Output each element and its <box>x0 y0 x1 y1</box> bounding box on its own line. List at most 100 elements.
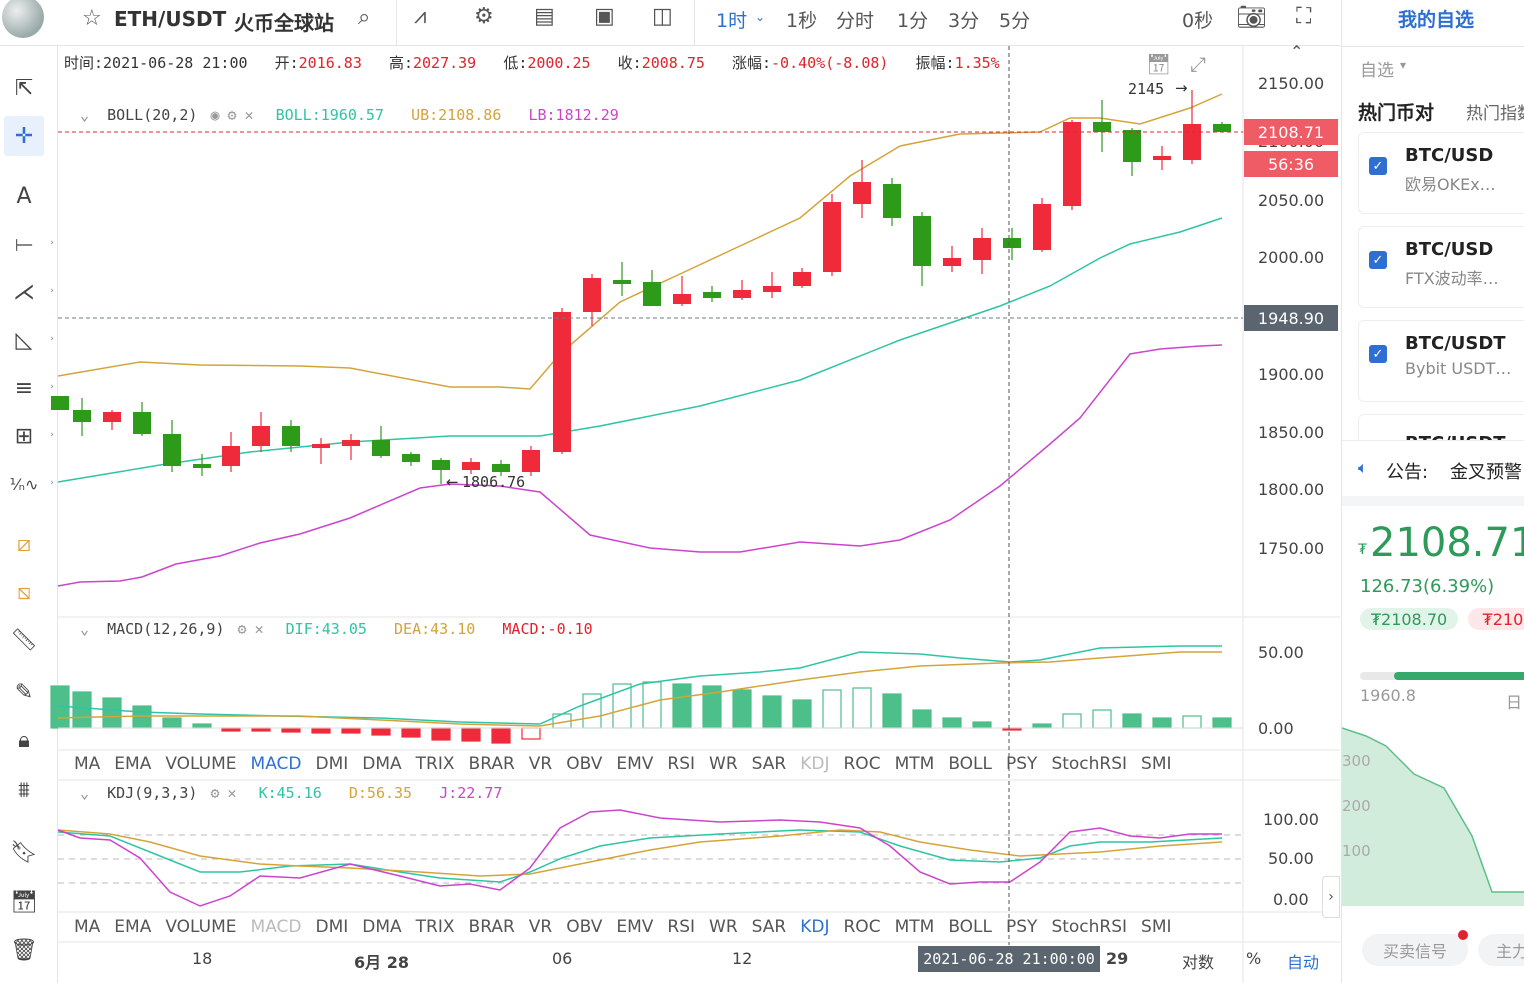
sub-tab-sar[interactable]: SAR <box>752 917 787 947</box>
settings-icon[interactable]: ⚙ <box>210 784 219 802</box>
collapse-up-icon[interactable]: ⌃ <box>1290 42 1303 61</box>
main-tab-dma[interactable]: DMA <box>362 754 401 784</box>
sub-tab-psy[interactable]: PSY <box>1006 917 1037 947</box>
macd-bar <box>192 723 212 729</box>
coin-symbol: BTC/USD <box>1405 239 1494 260</box>
sub-tab-macd[interactable]: MACD <box>251 917 302 947</box>
collapse-icon[interactable]: ⌄ <box>80 784 89 802</box>
main-tab-kdj[interactable]: KDJ <box>800 754 829 784</box>
main-tab-emv[interactable]: EMV <box>616 754 653 784</box>
checkbox-icon[interactable]: ✓ <box>1369 345 1387 363</box>
sub-tab-dmi[interactable]: DMI <box>316 917 349 947</box>
main-tab-dmi[interactable]: DMI <box>316 754 349 784</box>
sub-tab-roc[interactable]: ROC <box>844 917 881 947</box>
main-tab-trix[interactable]: TRIX <box>416 754 455 784</box>
candle-body <box>793 272 811 286</box>
caret-down-icon[interactable]: ▾ <box>1400 58 1406 72</box>
settings-icon[interactable]: ⚙ <box>227 106 236 124</box>
close-icon[interactable]: ✕ <box>255 620 264 638</box>
arrow-right-icon: → <box>1175 79 1188 97</box>
sub-tab-wr[interactable]: WR <box>709 917 738 947</box>
main-tab-wr[interactable]: WR <box>709 754 738 784</box>
main-tab-ma[interactable]: MA <box>74 754 100 784</box>
main-tab-obv[interactable]: OBV <box>566 754 602 784</box>
sub-tab-stochrsi[interactable]: StochRSI <box>1051 917 1127 947</box>
sub-tab-obv[interactable]: OBV <box>566 917 602 947</box>
sub-tab-kdj[interactable]: KDJ <box>800 917 829 947</box>
macd-bar <box>1032 723 1052 729</box>
tab-hot-index[interactable]: 热门指数 <box>1466 99 1524 124</box>
collapse-right-button[interactable]: › <box>1322 876 1340 918</box>
macd-bar <box>1122 713 1142 729</box>
sub-tab-ema[interactable]: EMA <box>114 917 151 947</box>
main-tab-smi[interactable]: SMI <box>1141 754 1171 784</box>
main-tab-brar[interactable]: BRAR <box>469 754 515 784</box>
close-icon[interactable]: ✕ <box>227 784 236 802</box>
candle-body <box>1003 238 1021 248</box>
sub-tab-emv[interactable]: EMV <box>616 917 653 947</box>
candle-body <box>943 258 961 266</box>
macd-bar <box>72 691 92 729</box>
eye-icon[interactable]: ◉ <box>210 106 219 124</box>
macd-bar <box>401 727 421 738</box>
watch-filter[interactable]: 自选 <box>1360 56 1394 81</box>
main-tab-sar[interactable]: SAR <box>752 754 787 784</box>
boll-name[interactable]: BOLL(20,2) <box>107 106 197 124</box>
candle-body <box>733 290 751 298</box>
macd-name[interactable]: MACD(12,26,9) <box>107 620 224 638</box>
kline-chart[interactable] <box>0 0 1340 983</box>
candle-body <box>583 278 601 312</box>
candle-body <box>252 426 270 446</box>
main-tab-psy[interactable]: PSY <box>1006 754 1037 784</box>
expand-icon[interactable]: ⤢ <box>1190 52 1206 76</box>
sub-tab-ma[interactable]: MA <box>74 917 100 947</box>
collapse-icon[interactable]: ⌄ <box>80 106 89 124</box>
main-tab-rsi[interactable]: RSI <box>667 754 695 784</box>
checkbox-icon[interactable]: ✓ <box>1369 157 1387 175</box>
main-force-button[interactable]: 主力 <box>1478 934 1524 966</box>
main-tab-ema[interactable]: EMA <box>114 754 151 784</box>
calendar-icon[interactable]: 📅︎ <box>1146 52 1171 76</box>
auto-scale-toggle[interactable]: 自动 <box>1287 949 1319 973</box>
main-tab-volume[interactable]: VOLUME <box>165 754 236 784</box>
candle-body <box>673 294 691 304</box>
coin-card[interactable]: ✓ BTC/USD FTX波动率… <box>1358 226 1524 308</box>
macd-bar <box>852 687 872 729</box>
log-scale-toggle[interactable]: 对数 <box>1182 949 1214 973</box>
macd-bar <box>732 689 752 729</box>
macd-bar <box>371 727 391 736</box>
time-tick: 12 <box>732 949 753 968</box>
sub-tab-brar[interactable]: BRAR <box>469 917 515 947</box>
sub-tab-smi[interactable]: SMI <box>1141 917 1171 947</box>
sub-tab-volume[interactable]: VOLUME <box>165 917 236 947</box>
percent-scale-toggle[interactable]: % <box>1246 949 1261 968</box>
collapse-icon[interactable]: ⌄ <box>80 620 89 638</box>
candle-body <box>1213 124 1231 132</box>
main-tab-vr[interactable]: VR <box>529 754 552 784</box>
main-tab-mtm[interactable]: MTM <box>895 754 935 784</box>
sub-tab-rsi[interactable]: RSI <box>667 917 695 947</box>
coin-card[interactable]: ✓ BTC/USDT Bybit USDT… <box>1358 320 1524 402</box>
tab-hot-pairs[interactable]: 热门币对 <box>1358 98 1434 125</box>
main-tab-boll[interactable]: BOLL <box>948 754 992 784</box>
sub-tab-mtm[interactable]: MTM <box>895 917 935 947</box>
price-change: 126.73(6.39%) <box>1360 576 1495 597</box>
close-icon[interactable]: ✕ <box>245 106 254 124</box>
boll-ub: UB:2108.86 <box>411 106 502 124</box>
main-tab-macd[interactable]: MACD <box>251 754 302 784</box>
kdj-name[interactable]: KDJ(9,3,3) <box>107 784 197 802</box>
sub-tab-vr[interactable]: VR <box>529 917 552 947</box>
main-tab-stochrsi[interactable]: StochRSI <box>1051 754 1127 784</box>
main-tab-roc[interactable]: ROC <box>844 754 881 784</box>
signal-button[interactable]: 买卖信号 <box>1362 934 1468 966</box>
sub-tab-trix[interactable]: TRIX <box>416 917 455 947</box>
panel-title[interactable]: 我的自选 <box>1398 5 1474 32</box>
macd-dea: DEA:43.10 <box>394 620 476 638</box>
settings-icon[interactable]: ⚙ <box>238 620 247 638</box>
candle-body <box>51 396 69 410</box>
notice-text[interactable]: 金叉预警 <box>1450 458 1522 484</box>
sub-tab-boll[interactable]: BOLL <box>948 917 992 947</box>
coin-card[interactable]: ✓ BTC/USD 欧易OKEx… <box>1358 132 1524 214</box>
checkbox-icon[interactable]: ✓ <box>1369 251 1387 269</box>
sub-tab-dma[interactable]: DMA <box>362 917 401 947</box>
